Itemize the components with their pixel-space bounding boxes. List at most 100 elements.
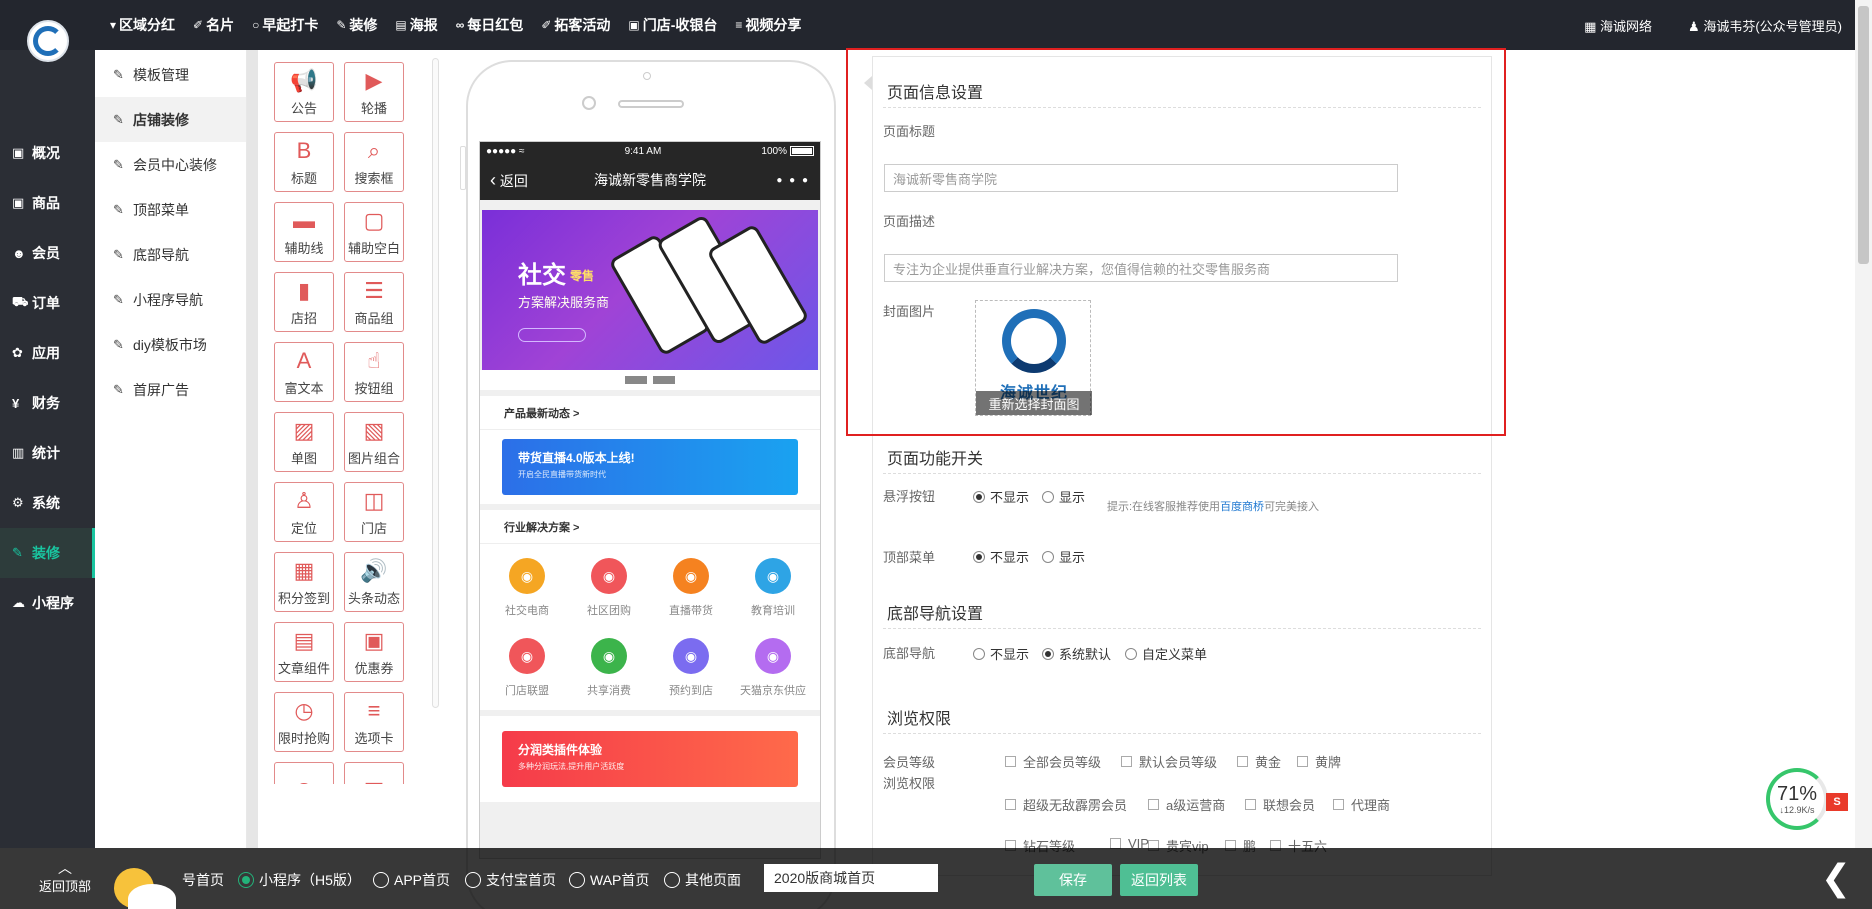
- page-scrollbar[interactable]: [1855, 0, 1872, 848]
- component-item[interactable]: ▤: [344, 762, 404, 784]
- topnav-item[interactable]: ✎ 装修: [336, 15, 377, 35]
- component-item[interactable]: B 标题: [274, 132, 334, 192]
- member-level-checkbox[interactable]: 超级无敌霹雳会员: [1005, 795, 1127, 814]
- topnav-item[interactable]: ∞ 每日红包: [456, 15, 524, 35]
- left-nav-item[interactable]: ☻ 会员: [0, 228, 95, 278]
- solution-item[interactable]: ◉ 社交电商: [491, 558, 563, 618]
- component-item[interactable]: ▬ 辅助线: [274, 202, 334, 262]
- topnav-item[interactable]: ▤ 海报: [395, 15, 437, 35]
- left-nav-item[interactable]: ▣ 概况: [0, 128, 95, 178]
- solution-item[interactable]: ◉ 天猫京东供应: [737, 638, 809, 698]
- wap-home-option[interactable]: WAP首页: [569, 870, 649, 890]
- member-level-checkbox[interactable]: 黄牌: [1297, 752, 1341, 771]
- page-desc-input[interactable]: 专注为企业提供垂直行业解决方案，您值得信赖的社交零售服务商: [884, 254, 1398, 282]
- sub-nav-item[interactable]: ✎ 顶部菜单: [95, 187, 246, 232]
- banner-carousel[interactable]: 社交 零售 方案解决服务商: [482, 210, 818, 370]
- left-nav-item[interactable]: ▣ 商品: [0, 178, 95, 228]
- sub-nav-item[interactable]: ✎ 店铺装修: [95, 97, 246, 142]
- member-level-checkbox[interactable]: a级运营商: [1148, 795, 1225, 814]
- component-item[interactable]: 📢 公告: [274, 62, 334, 122]
- topnav-item[interactable]: ✐ 拓客活动: [541, 15, 610, 35]
- bottomnav-default-radio[interactable]: 系统默认: [1042, 644, 1111, 663]
- solution-item[interactable]: ◉ 社区团购: [573, 558, 645, 618]
- component-item[interactable]: 🔊 头条动态: [344, 552, 404, 612]
- sub-nav-item[interactable]: ✎ 小程序导航: [95, 277, 246, 322]
- left-nav-item[interactable]: ✎ 装修: [0, 528, 95, 578]
- sogou-icon[interactable]: S: [1826, 793, 1848, 811]
- component-item[interactable]: ◷: [274, 762, 334, 784]
- component-item[interactable]: ▧ 图片组合: [344, 412, 404, 472]
- component-item[interactable]: ▤ 文章组件: [274, 622, 334, 682]
- component-item[interactable]: ♙ 定位: [274, 482, 334, 542]
- component-item[interactable]: ▮ 店招: [274, 272, 334, 332]
- solution-item[interactable]: ◉ 共享消费: [573, 638, 645, 698]
- promo-banner[interactable]: 分润类插件体验 多种分润玩法,提升用户活跃度: [502, 731, 798, 787]
- component-item[interactable]: ≡ 选项卡: [344, 692, 404, 752]
- left-nav-item[interactable]: ⚙ 系统: [0, 478, 95, 528]
- page-title-input[interactable]: 海诚新零售商学院: [884, 164, 1398, 192]
- sub-nav-item[interactable]: ✎ diy模板市场: [95, 322, 246, 367]
- sub-nav-item[interactable]: ✎ 模板管理: [95, 52, 246, 97]
- component-item[interactable]: ☰ 商品组: [344, 272, 404, 332]
- topnav-item[interactable]: ○ 早起打卡: [252, 15, 318, 35]
- topmenu-show-radio[interactable]: 显示: [1042, 547, 1085, 566]
- component-item[interactable]: ▦ 积分签到: [274, 552, 334, 612]
- wechat-home-option[interactable]: 号首页: [182, 870, 224, 890]
- scrollbar-thumb[interactable]: [1858, 6, 1869, 264]
- member-level-checkbox[interactable]: 默认会员等级: [1121, 752, 1217, 771]
- component-item[interactable]: ▢ 辅助空白: [344, 202, 404, 262]
- member-level-checkbox[interactable]: 全部会员等级: [1005, 752, 1101, 771]
- component-item[interactable]: ◫ 门店: [344, 482, 404, 542]
- topnav-item[interactable]: ▣ 门店-收银台: [628, 15, 717, 35]
- sub-nav-item[interactable]: ✎ 首屏广告: [95, 367, 246, 412]
- app-logo[interactable]: [27, 20, 69, 62]
- cover-image[interactable]: 海诚世纪 重新选择封面图: [975, 300, 1092, 416]
- float-show-radio[interactable]: 显示: [1042, 487, 1085, 506]
- component-item[interactable]: ▨ 单图: [274, 412, 334, 472]
- member-level-checkbox[interactable]: 联想会员: [1245, 795, 1315, 814]
- section-header[interactable]: 行业解决方案 >: [480, 510, 820, 544]
- component-item[interactable]: ⌕ 搜索框: [344, 132, 404, 192]
- bottomnav-hide-radio[interactable]: 不显示: [973, 644, 1029, 663]
- bottomnav-custom-radio[interactable]: 自定义菜单: [1125, 644, 1207, 663]
- member-level-checkbox[interactable]: 代理商: [1333, 795, 1390, 814]
- speed-widget[interactable]: 71% ↓12.9K/s: [1766, 768, 1828, 830]
- float-hide-radio[interactable]: 不显示: [973, 487, 1029, 506]
- other-page-option[interactable]: 其他页面: [664, 870, 741, 890]
- template-name-input[interactable]: 2020版商城首页: [764, 864, 938, 892]
- component-item[interactable]: ☝ 按钮组: [344, 342, 404, 402]
- network-link[interactable]: ▦ 海诚网络: [1584, 16, 1652, 35]
- solution-item[interactable]: ◉ 预约到店: [655, 638, 727, 698]
- user-menu[interactable]: ♟ 海诚韦芬(公众号管理员): [1688, 16, 1842, 35]
- sub-nav-item[interactable]: ✎ 会员中心装修: [95, 142, 246, 187]
- topmenu-hide-radio[interactable]: 不显示: [973, 547, 1029, 566]
- topnav-item[interactable]: ✐ 名片: [193, 15, 234, 35]
- save-button[interactable]: 保存: [1034, 864, 1112, 896]
- component-item[interactable]: A 富文本: [274, 342, 334, 402]
- component-item[interactable]: ▣ 优惠券: [344, 622, 404, 682]
- component-item[interactable]: ▶ 轮播: [344, 62, 404, 122]
- section-header[interactable]: 产品最新动态 >: [480, 396, 820, 430]
- solution-item[interactable]: ◉ 直播带货: [655, 558, 727, 618]
- phone-back-button[interactable]: ‹ 返回: [490, 170, 528, 191]
- reselect-cover-button[interactable]: 重新选择封面图: [976, 391, 1092, 415]
- left-nav-item[interactable]: ☁ 小程序: [0, 578, 95, 628]
- more-icon[interactable]: ● ● ●: [776, 175, 810, 186]
- member-level-checkbox[interactable]: 黄金: [1237, 752, 1281, 771]
- solution-item[interactable]: ◉ 门店联盟: [491, 638, 563, 698]
- topnav-item[interactable]: ▾ 区域分红: [110, 15, 175, 35]
- app-home-option[interactable]: APP首页: [373, 870, 450, 890]
- sub-nav-item[interactable]: ✎ 底部导航: [95, 232, 246, 277]
- left-nav-item[interactable]: ✿ 应用: [0, 328, 95, 378]
- component-item[interactable]: ◷ 限时抢购: [274, 692, 334, 752]
- collapse-arrow-icon[interactable]: ❮: [1817, 853, 1855, 903]
- promo-banner[interactable]: 带货直播4.0版本上线! 开启全民直播带货新时代: [502, 439, 798, 495]
- mini-home-option[interactable]: 小程序（H5版）: [238, 870, 361, 890]
- left-nav-item[interactable]: ⛟ 订单: [0, 278, 95, 328]
- back-to-list-button[interactable]: 返回列表: [1120, 864, 1198, 896]
- palette-scrollbar[interactable]: [432, 58, 439, 708]
- back-to-top-button[interactable]: ︿ 返回顶部: [30, 860, 100, 895]
- baidu-link[interactable]: 百度商桥: [1220, 501, 1264, 513]
- left-nav-item[interactable]: ¥ 财务: [0, 378, 95, 428]
- solution-item[interactable]: ◉ 教育培训: [737, 558, 809, 618]
